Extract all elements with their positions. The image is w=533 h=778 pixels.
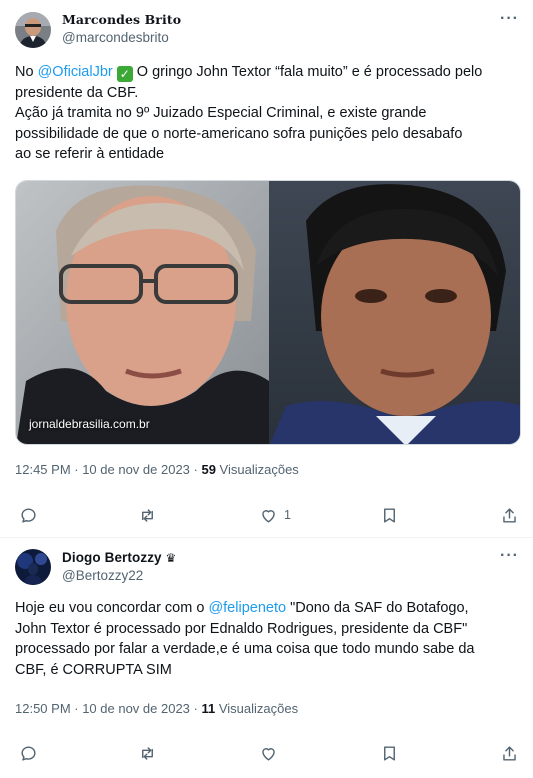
image-watermark: jornaldebrasilia.com.br — [29, 417, 150, 431]
views-count: 11 — [201, 701, 216, 716]
tweet-text-line5: ao se referir à entidade — [15, 146, 165, 162]
retweet-icon — [142, 508, 153, 522]
tweet-text-line1: O gringo John Textor “fala muito” e é pr… — [132, 64, 483, 80]
tweet-text-line1: "Dono da SAF do Botafogo, — [286, 600, 469, 616]
photo-collage — [16, 181, 520, 444]
tweet-text-line2: John Textor é processado por Ednaldo Rod… — [15, 620, 468, 637]
author-name[interactable]: Diogo Bertozzy — [62, 550, 162, 565]
bookmark-icon — [384, 745, 395, 761]
tweet-text: No @OficialJbr ✓ O gringo John Textor “f… — [15, 62, 520, 165]
reply-icon — [21, 507, 36, 523]
tweet-text: Hoje eu vou concordar com o @felipeneto … — [15, 598, 520, 680]
more-icon[interactable]: ··· — [500, 10, 519, 28]
like-count: 1 — [284, 508, 291, 522]
tweet-text-line3: processado por falar a verdade,e é uma c… — [15, 641, 475, 657]
tweet-text-prefix: Hoje eu vou concordar com o — [15, 600, 209, 616]
bookmark-button[interactable] — [380, 740, 399, 766]
tweet-image[interactable]: jornaldebrasilia.com.br — [15, 180, 521, 445]
like-button[interactable]: 1 — [259, 502, 291, 528]
share-icon — [503, 745, 516, 761]
check-mark-icon: ✓ — [116, 66, 133, 82]
retweet-icon — [142, 746, 153, 760]
share-icon — [503, 507, 516, 523]
tweet-time[interactable]: 12:50 PM · 10 de nov de 2023 · — [15, 701, 201, 716]
tweet-meta: 12:50 PM · 10 de nov de 2023 · 11 Visual… — [15, 701, 298, 716]
share-button[interactable] — [500, 502, 519, 528]
views-label: Visualizações — [215, 462, 299, 477]
reply-button[interactable] — [19, 502, 38, 528]
bookmark-button[interactable] — [380, 502, 399, 528]
like-icon — [262, 747, 275, 761]
tweet-text-prefix: No — [15, 64, 38, 80]
author-name[interactable]: Marcondes Brito — [62, 12, 181, 27]
tweet-text-line4: possibilidade de que o norte-americano s… — [15, 125, 463, 142]
tweet-actions: 1 — [0, 502, 533, 528]
bookmark-icon — [384, 507, 395, 523]
tweet-text-line4: CBF, é CORRUPTA SIM — [15, 661, 172, 678]
author-handle[interactable]: @Bertozzy22 — [62, 568, 143, 583]
tweet-meta: 12:45 PM · 10 de nov de 2023 · 59 Visual… — [15, 462, 299, 477]
tweet-diogo[interactable]: Diogo Bertozzy ♛ @Bertozzy22 ··· Hoje eu… — [0, 537, 533, 778]
mention-link[interactable]: @felipeneto — [208, 600, 286, 616]
views-count: 59 — [201, 462, 216, 477]
more-icon[interactable]: ··· — [500, 547, 519, 565]
tweet-actions — [0, 740, 533, 766]
author-name-row[interactable]: Diogo Bertozzy ♛ — [62, 550, 176, 565]
reply-button[interactable] — [19, 740, 38, 766]
tweet-marcondes[interactable]: Marcondes Brito @marcondesbrito ··· No @… — [0, 0, 533, 537]
tweet-time[interactable]: 12:45 PM · 10 de nov de 2023 · — [15, 462, 201, 477]
retweet-button[interactable] — [138, 740, 157, 766]
retweet-button[interactable] — [138, 502, 157, 528]
avatar[interactable] — [15, 12, 51, 48]
like-button[interactable] — [259, 740, 278, 766]
tweet-text-line2: presidente da CBF. — [15, 84, 139, 101]
mention-link[interactable]: @OficialJbr — [38, 64, 113, 80]
avatar[interactable] — [15, 549, 51, 585]
reply-icon — [21, 745, 36, 761]
author-handle[interactable]: @marcondesbrito — [62, 30, 169, 45]
crown-icon: ♛ — [165, 551, 177, 565]
like-icon — [262, 509, 275, 523]
share-button[interactable] — [500, 740, 519, 766]
views-label: Visualizações — [215, 701, 299, 716]
tweet-text-line3: Ação já tramita no 9º Juizado Especial C… — [15, 105, 427, 121]
